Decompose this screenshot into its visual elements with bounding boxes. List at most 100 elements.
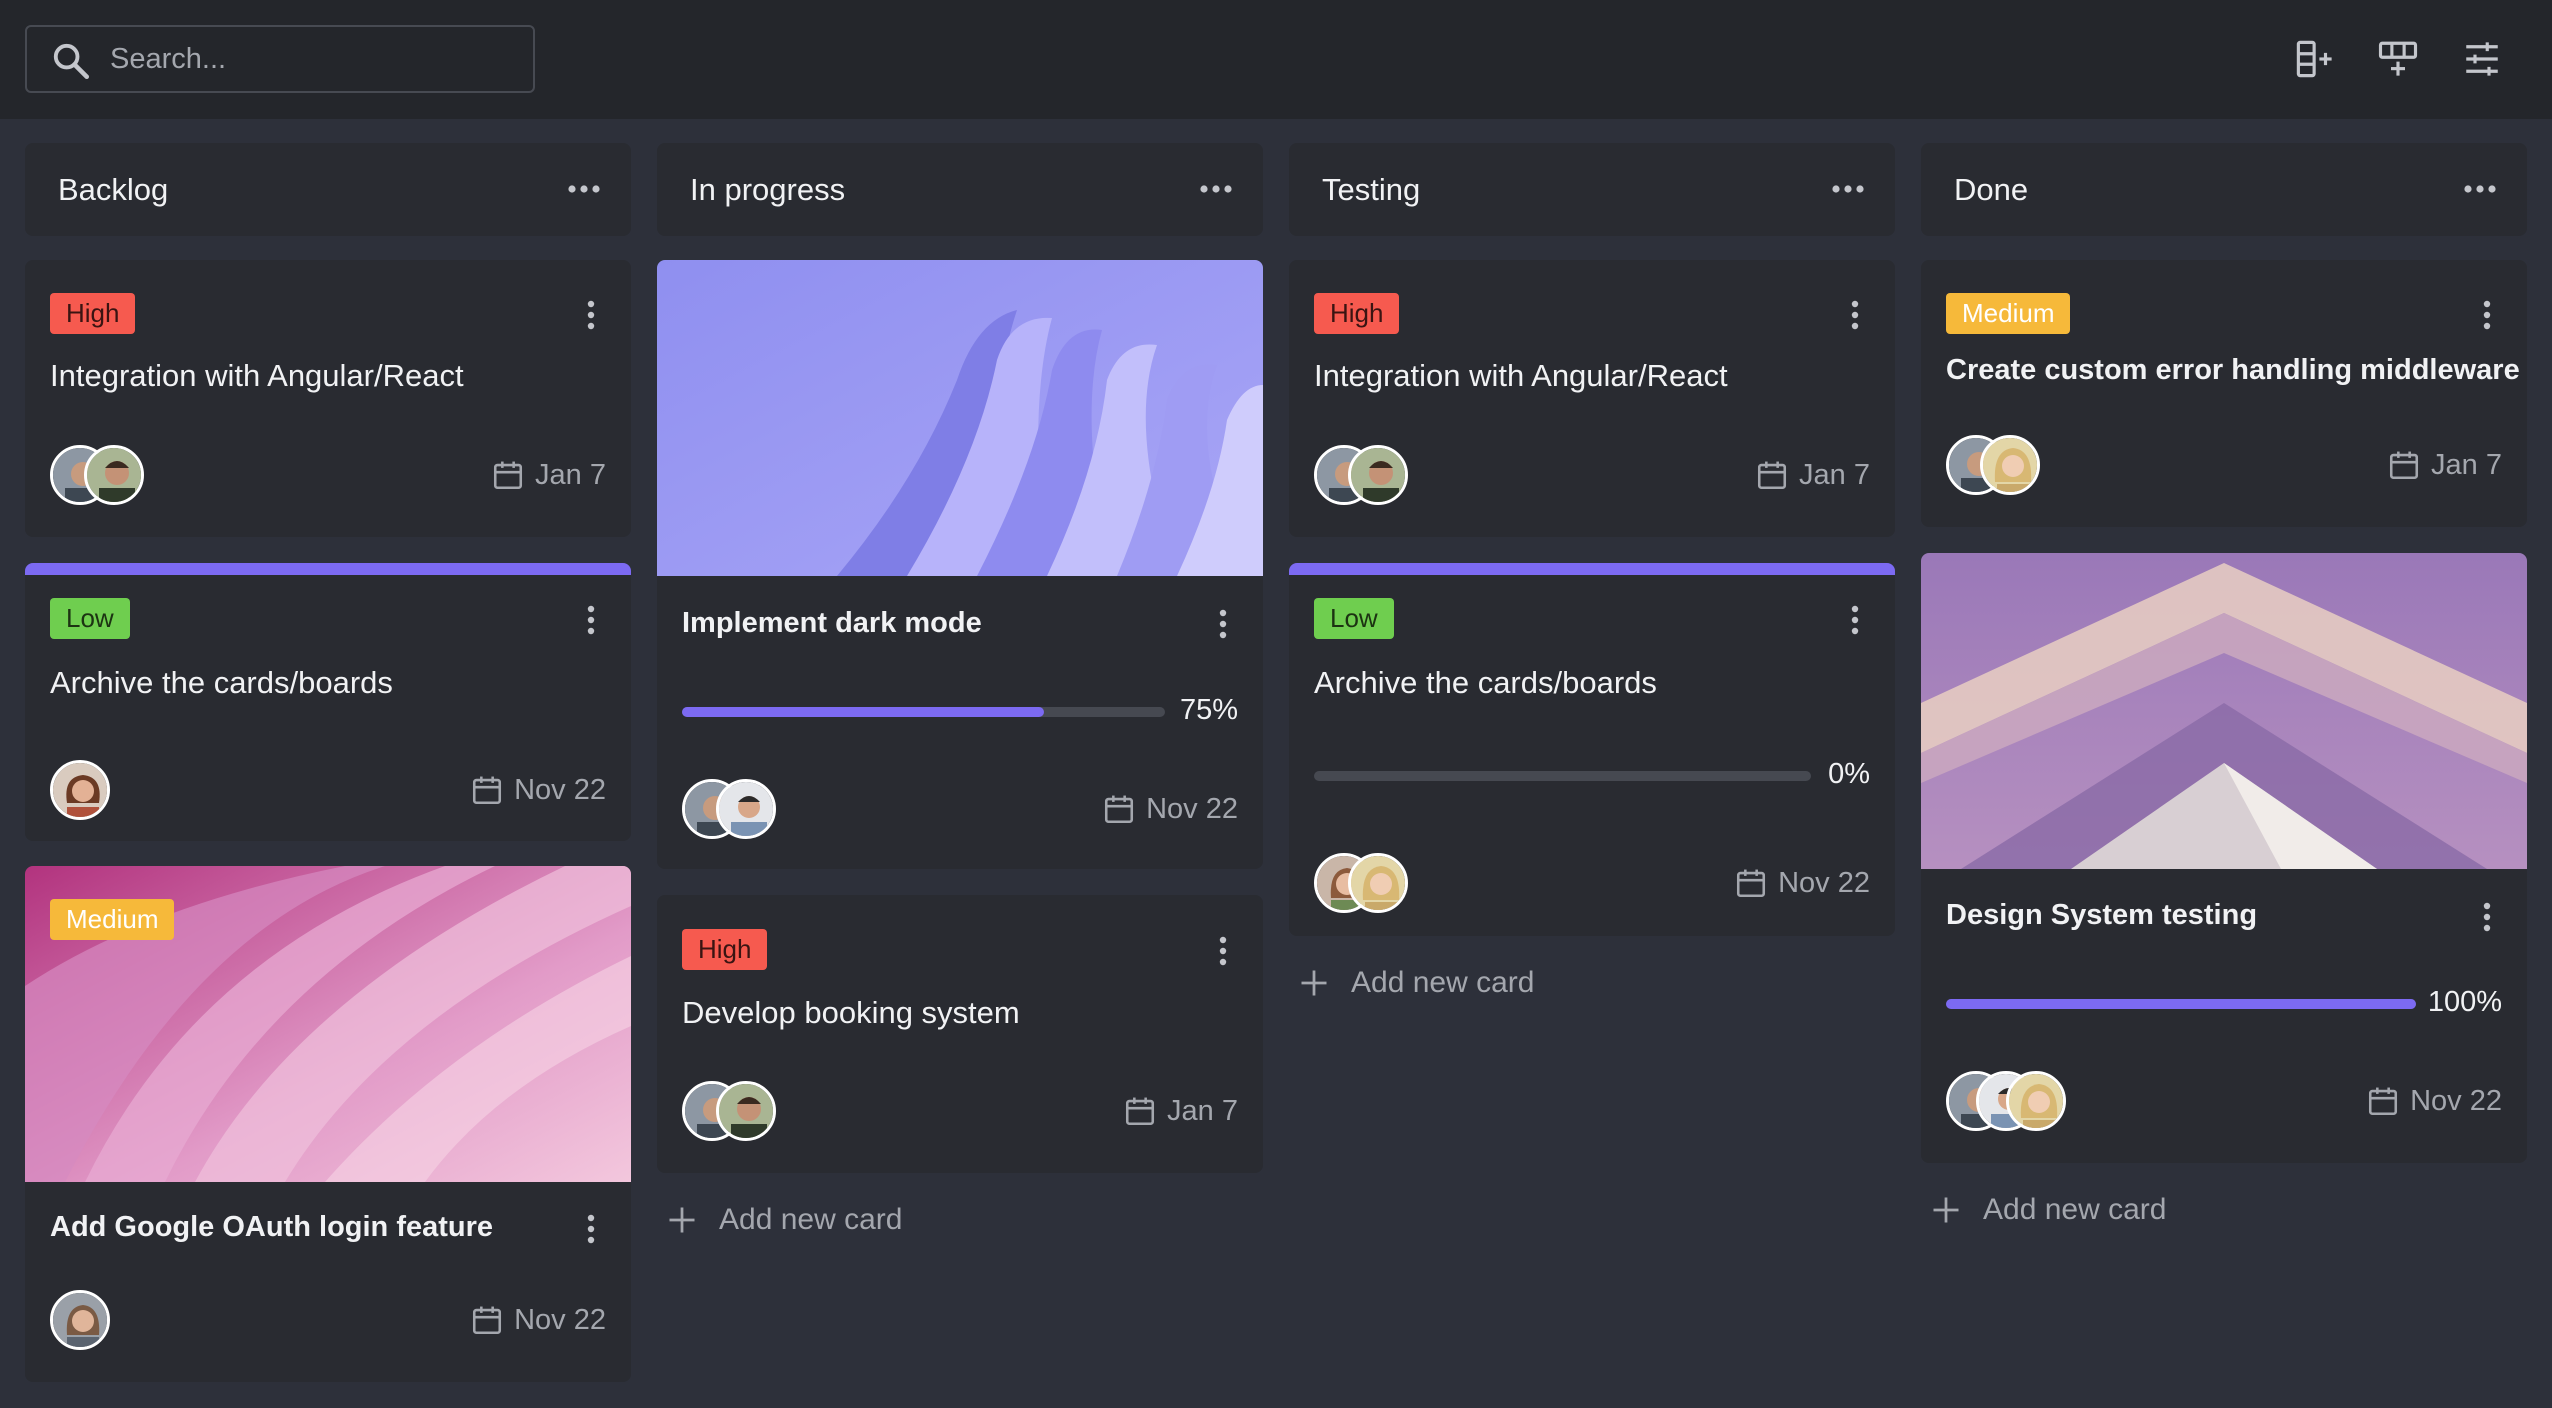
- progress-bar: [682, 707, 1165, 717]
- due-date: Nov 22: [1734, 863, 1870, 903]
- date-text: Jan 7: [535, 458, 606, 491]
- progress-label: 75%: [1179, 694, 1238, 726]
- more-horizontal-icon[interactable]: [1199, 181, 1233, 197]
- more-vertical-icon[interactable]: [1849, 300, 1861, 330]
- avatar: [50, 1290, 110, 1350]
- priority-badge: Low: [50, 598, 130, 639]
- add-new-card-button[interactable]: Add new card: [1299, 966, 1534, 1000]
- date-text: Jan 7: [2431, 448, 2502, 481]
- add-card-label: Add new card: [1983, 1193, 2167, 1226]
- plus-icon: [1301, 970, 1327, 996]
- assignees: [682, 1081, 782, 1141]
- card-title: Develop booking system: [682, 995, 1020, 1030]
- search-box[interactable]: [25, 25, 535, 93]
- task-card[interactable]: High Integration with Angular/React Jan …: [25, 260, 631, 537]
- more-vertical-icon[interactable]: [585, 300, 597, 330]
- assignees: [1946, 435, 2046, 495]
- more-vertical-icon[interactable]: [585, 605, 597, 635]
- due-date: Nov 22: [2366, 1081, 2502, 1121]
- priority-badge: Low: [1314, 598, 1394, 639]
- add-card-label: Add new card: [1351, 966, 1535, 999]
- card-title: Implement dark mode: [682, 607, 982, 639]
- assignees: [1946, 1071, 2076, 1131]
- task-card[interactable]: Low Archive the cards/boards 0% Nov 22: [1289, 563, 1895, 936]
- column-title: Backlog: [58, 172, 169, 207]
- progress-bar: [1946, 999, 2416, 1009]
- progress-label: 100%: [2427, 986, 2502, 1018]
- more-vertical-icon[interactable]: [585, 1214, 597, 1244]
- search-input[interactable]: [110, 27, 520, 91]
- calendar-icon: [2390, 451, 2419, 480]
- task-card[interactable]: Medium Create custom error handling midd…: [1921, 260, 2527, 527]
- column-header-done: Done: [1921, 143, 2527, 236]
- task-card[interactable]: Implement dark mode 75% Nov 22: [657, 260, 1263, 869]
- assignees: [50, 445, 150, 505]
- assignees: [1314, 853, 1414, 913]
- priority-badge: High: [1314, 293, 1400, 334]
- avatar: [1348, 445, 1408, 505]
- card-title: Integration with Angular/React: [1314, 358, 1728, 393]
- avatar: [1980, 435, 2040, 495]
- more-horizontal-icon[interactable]: [2463, 181, 2497, 197]
- assignees: [1314, 445, 1414, 505]
- task-card[interactable]: Low Archive the cards/boards Nov 22: [25, 563, 631, 841]
- progress-bar: [1314, 771, 1811, 781]
- column-header-testing: Testing: [1289, 143, 1895, 236]
- card-title: Create custom error handling middleware: [1946, 354, 2520, 386]
- calendar-icon: [1758, 461, 1787, 490]
- more-horizontal-icon[interactable]: [567, 181, 601, 197]
- card-cover-image: [657, 260, 1263, 576]
- priority-badge: Medium: [50, 899, 175, 940]
- calendar-icon: [2369, 1087, 2398, 1116]
- progress-fill: [1946, 999, 2416, 1009]
- date-text: Jan 7: [1167, 1094, 1238, 1127]
- add-column-icon[interactable]: [2294, 38, 2336, 80]
- due-date: Nov 22: [470, 770, 606, 810]
- more-vertical-icon[interactable]: [2481, 902, 2493, 932]
- date-text: Jan 7: [1799, 458, 1870, 491]
- column-title: Testing: [1322, 172, 1421, 207]
- calendar-icon: [1737, 869, 1766, 898]
- more-vertical-icon[interactable]: [1849, 605, 1861, 635]
- calendar-icon: [1126, 1097, 1155, 1126]
- column-title: Done: [1954, 172, 2029, 207]
- avatar: [716, 1081, 776, 1141]
- due-date: Jan 7: [1755, 455, 1870, 495]
- assignees: [682, 779, 782, 839]
- column-header-backlog: Backlog: [25, 143, 631, 236]
- add-row-icon[interactable]: [2377, 38, 2419, 80]
- avatar: [716, 779, 776, 839]
- card-title: Archive the cards/boards: [1314, 665, 1657, 700]
- date-text: Nov 22: [514, 1303, 606, 1336]
- more-horizontal-icon[interactable]: [1831, 181, 1865, 197]
- card-title: Integration with Angular/React: [50, 358, 464, 393]
- filter-sliders-icon[interactable]: [2461, 38, 2503, 80]
- due-date: Jan 7: [1123, 1091, 1238, 1131]
- calendar-icon: [473, 776, 502, 805]
- avatar: [2006, 1071, 2066, 1131]
- due-date: Nov 22: [1102, 789, 1238, 829]
- priority-badge: High: [50, 293, 136, 334]
- task-card[interactable]: High Develop booking system Jan 7: [657, 895, 1263, 1173]
- task-card[interactable]: Medium Add Google OAuth login feature No…: [25, 866, 631, 1382]
- card-title: Design System testing: [1946, 899, 2258, 931]
- add-card-label: Add new card: [719, 1203, 903, 1236]
- more-vertical-icon[interactable]: [2481, 300, 2493, 330]
- add-new-card-button[interactable]: Add new card: [1931, 1193, 2166, 1227]
- avatar: [50, 760, 110, 820]
- due-date: Jan 7: [491, 455, 606, 495]
- date-text: Nov 22: [1146, 792, 1238, 825]
- plus-icon: [669, 1207, 695, 1233]
- search-icon: [53, 43, 90, 80]
- card-title: Archive the cards/boards: [50, 665, 393, 700]
- more-vertical-icon[interactable]: [1217, 609, 1229, 639]
- avatar: [1348, 853, 1408, 913]
- add-new-card-button[interactable]: Add new card: [667, 1203, 902, 1237]
- more-vertical-icon[interactable]: [1217, 936, 1229, 966]
- assignees: [50, 1290, 110, 1350]
- task-card[interactable]: High Integration with Angular/React Jan …: [1289, 260, 1895, 537]
- date-text: Nov 22: [514, 773, 606, 806]
- task-card[interactable]: Design System testing 100% Nov 22: [1921, 553, 2527, 1163]
- progress-fill: [682, 707, 1045, 717]
- column-header-in-progress: In progress: [657, 143, 1263, 236]
